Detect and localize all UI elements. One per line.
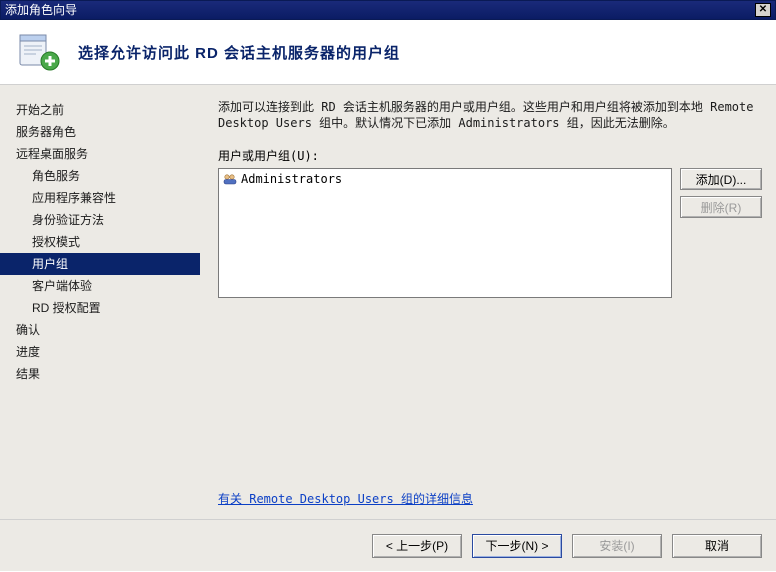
- list-item-label: Administrators: [241, 172, 342, 186]
- sidebar-item-6[interactable]: 授权模式: [0, 231, 200, 253]
- cancel-button[interactable]: 取消: [672, 534, 762, 558]
- next-button[interactable]: 下一步(N) >: [472, 534, 562, 558]
- user-group-listbox[interactable]: Administrators: [218, 168, 672, 298]
- help-link[interactable]: 有关 Remote Desktop Users 组的详细信息: [218, 490, 762, 507]
- close-button[interactable]: ✕: [755, 3, 771, 17]
- sidebar-item-11[interactable]: 进度: [0, 341, 200, 363]
- group-icon: [223, 173, 237, 185]
- wizard-sidebar: 开始之前服务器角色远程桌面服务角色服务应用程序兼容性身份验证方法授权模式用户组客…: [0, 85, 200, 519]
- title-bar: 添加角色向导 ✕: [0, 0, 776, 20]
- sidebar-item-2[interactable]: 远程桌面服务: [0, 143, 200, 165]
- list-label: 用户或用户组(U):: [218, 147, 762, 164]
- description-text: 添加可以连接到此 RD 会话主机服务器的用户或用户组。这些用户和用户组将被添加到…: [218, 99, 762, 131]
- install-button: 安装(I): [572, 534, 662, 558]
- window-title: 添加角色向导: [5, 0, 77, 20]
- sidebar-item-10[interactable]: 确认: [0, 319, 200, 341]
- header-panel: 选择允许访问此 RD 会话主机服务器的用户组: [0, 20, 776, 85]
- sidebar-item-9[interactable]: RD 授权配置: [0, 297, 200, 319]
- remove-button: 删除(R): [680, 196, 762, 218]
- sidebar-item-0[interactable]: 开始之前: [0, 99, 200, 121]
- sidebar-item-12[interactable]: 结果: [0, 363, 200, 385]
- footer-bar: < 上一步(P) 下一步(N) > 安装(I) 取消: [0, 519, 776, 571]
- sidebar-item-1[interactable]: 服务器角色: [0, 121, 200, 143]
- sidebar-item-3[interactable]: 角色服务: [0, 165, 200, 187]
- sidebar-item-4[interactable]: 应用程序兼容性: [0, 187, 200, 209]
- sidebar-item-7[interactable]: 用户组: [0, 253, 200, 275]
- list-item-0[interactable]: Administrators: [221, 171, 669, 187]
- add-button[interactable]: 添加(D)...: [680, 168, 762, 190]
- wizard-icon: [18, 31, 60, 73]
- sidebar-item-8[interactable]: 客户端体验: [0, 275, 200, 297]
- body-area: 开始之前服务器角色远程桌面服务角色服务应用程序兼容性身份验证方法授权模式用户组客…: [0, 85, 776, 519]
- prev-button[interactable]: < 上一步(P): [372, 534, 462, 558]
- content-panel: 添加可以连接到此 RD 会话主机服务器的用户或用户组。这些用户和用户组将被添加到…: [200, 85, 776, 519]
- page-title: 选择允许访问此 RD 会话主机服务器的用户组: [78, 42, 400, 63]
- sidebar-item-5[interactable]: 身份验证方法: [0, 209, 200, 231]
- close-icon: ✕: [759, 0, 767, 20]
